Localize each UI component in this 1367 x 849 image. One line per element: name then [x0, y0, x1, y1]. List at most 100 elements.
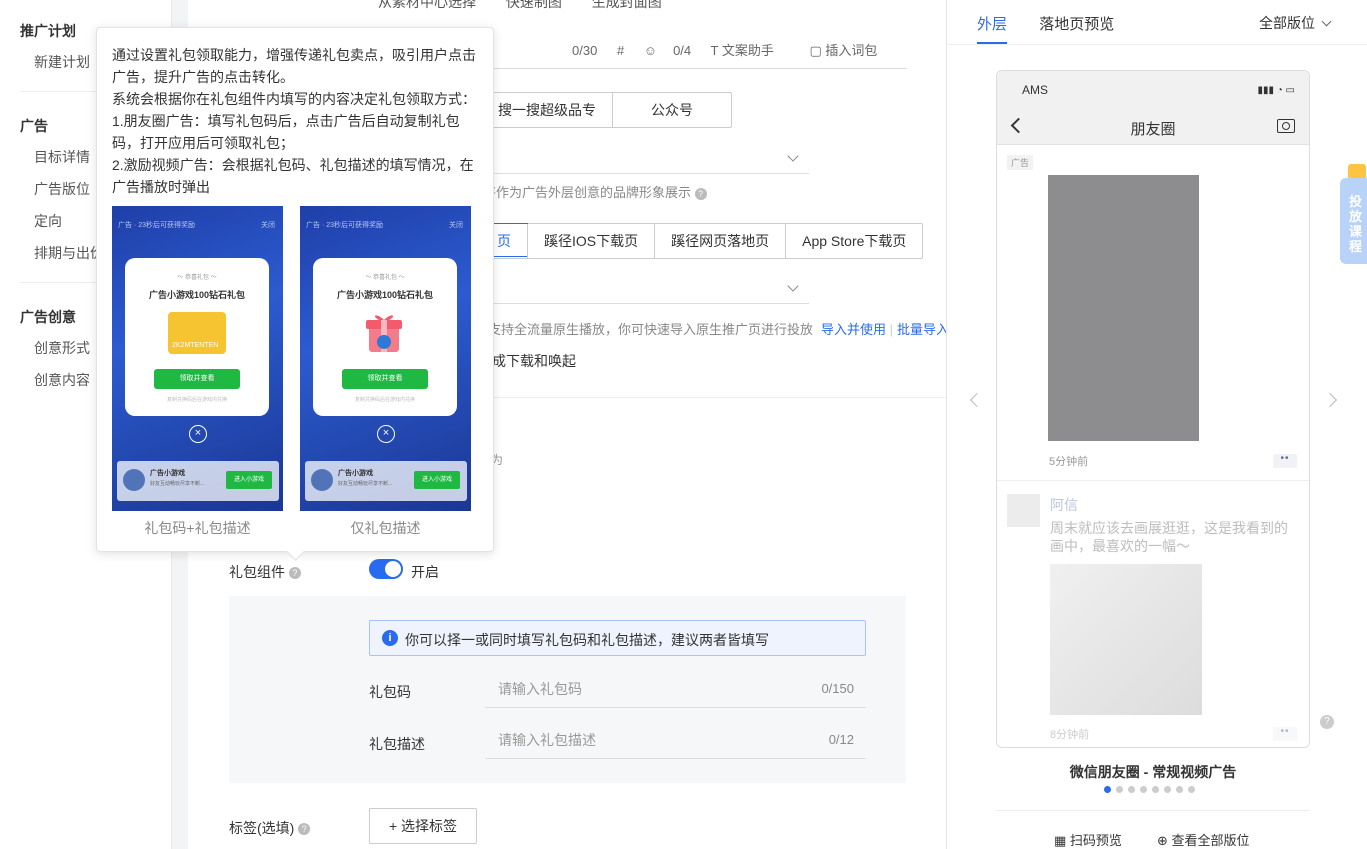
example-image-code-desc: 广告 · 23秒后可获得奖励 关闭 ～ 恭喜礼包 ～ 广告小游戏100钻石礼包 …	[112, 206, 283, 511]
select-tag-button[interactable]: + 选择标签	[369, 808, 477, 844]
emoji-count: 0/4	[673, 43, 692, 58]
more-dots-icon: ••	[1273, 727, 1297, 741]
status-bar: AMS ▮▮▮ ◔ ▭	[997, 71, 1309, 109]
ad-countdown: 广告 · 23秒后可获得奖励	[306, 222, 384, 229]
quick-design-button[interactable]: 快速制图	[506, 0, 562, 10]
nav-group-plan: 推广计划	[20, 23, 76, 39]
generate-cover-button[interactable]: 生成封面图	[592, 0, 662, 10]
app-name: 广告小游戏	[150, 470, 185, 477]
toggle-label: 开启	[411, 564, 439, 580]
info-alert: i 你可以择一或同时填写礼包码和礼包描述，建议两者皆填写	[369, 620, 866, 656]
gift-card-title: 广告小游戏100钻石礼包	[336, 290, 434, 300]
tab-landing-preview[interactable]: 落地页预览	[1039, 16, 1114, 33]
carousel-dot[interactable]	[1188, 786, 1195, 793]
tab-search-brand[interactable]: 搜一搜超级品专	[482, 93, 612, 127]
example-caption-2: 仅礼包描述	[350, 520, 421, 536]
carousel-dot[interactable]	[1104, 786, 1111, 793]
nav-item-new-plan[interactable]: 新建计划	[34, 52, 90, 72]
gift-card-subtitle: ～ 恭喜礼包 ～	[177, 275, 217, 281]
help-icon[interactable]: ?	[298, 823, 311, 836]
carousel-dot[interactable]	[1164, 786, 1171, 793]
tooltip-line: 1.朋友圈广告：填写礼包码后，点击广告后自动复制礼包码，打开应用后可领取礼包；	[112, 113, 460, 151]
gift-desc-label: 礼包描述	[369, 736, 425, 752]
example-image-desc-only: 广告 · 23秒后可获得奖励 关闭 ～ 恭喜礼包 ～ 广告小游戏100钻石礼包 …	[300, 206, 471, 511]
copy-assistant-button[interactable]: T 文案助手	[711, 43, 790, 58]
material-center-button[interactable]: 从素材中心选择	[378, 0, 476, 10]
app-sub: 好友互动畅玩尽享不断...	[150, 481, 205, 487]
feed-divider	[997, 480, 1309, 481]
carousel-dot[interactable]	[1140, 786, 1147, 793]
gift-component-label: 礼包组件 ?	[229, 562, 301, 582]
gift-desc-count: 0/12	[828, 732, 854, 747]
app-avatar	[123, 469, 145, 491]
batch-import-link[interactable]: 批量导入	[897, 322, 949, 337]
view-all-positions-button[interactable]: ⊕ 查看全部版位	[1157, 830, 1250, 849]
landing-type-segment: 搜一搜超级品专 公众号	[481, 92, 732, 128]
carrier: AMS	[1022, 83, 1049, 97]
ad-close: 关闭	[261, 222, 275, 229]
prev-arrow-icon[interactable]	[969, 392, 985, 408]
position-select[interactable]: 全部版位	[1259, 13, 1332, 33]
page-select[interactable]	[480, 274, 809, 304]
chevron-down-icon	[1321, 16, 1332, 27]
nav-item-creative-content[interactable]: 创意内容	[34, 370, 90, 390]
friend-post-text: 周末就应该去画展逛逛，这是我看到的画中，最喜欢的一幅～	[1050, 520, 1288, 554]
gift-code-input[interactable]	[485, 672, 785, 706]
emoji-icon[interactable]: ☺	[644, 43, 657, 58]
tag-label: 标签(选填) ?	[229, 818, 311, 838]
help-icon[interactable]: ?	[694, 187, 707, 200]
carousel-dot[interactable]	[1152, 786, 1159, 793]
carousel-dot[interactable]	[1176, 786, 1183, 793]
nav-item-schedule-bid[interactable]: 排期与出价	[34, 243, 104, 263]
chevron-down-icon	[787, 280, 799, 292]
tooltip-line: 系统会根据你在礼包组件内填写的内容决定礼包领取方式：	[112, 91, 476, 107]
nav-item-targeting[interactable]: 定向	[34, 211, 62, 231]
tab-outer[interactable]: 外层	[977, 16, 1007, 33]
help-icon[interactable]: ?	[288, 567, 301, 580]
nav-item-target-detail[interactable]: 目标详情	[34, 147, 90, 167]
gift-card: ～ 恭喜礼包 ～ 广告小游戏100钻石礼包 2K2MTENTEN 领取并查看 复…	[125, 258, 269, 416]
page-type-segment: 页 蹊径IOS下载页 蹊径网页落地页 App Store下载页	[481, 223, 924, 259]
tab-web-landing[interactable]: 蹊径网页落地页	[654, 224, 785, 258]
camera-icon	[1277, 119, 1295, 133]
gift-desc-input[interactable]	[485, 723, 785, 757]
gift-card: ～ 恭喜礼包 ～ 广告小游戏100钻石礼包 领取并查看 复制兑换码后在游戏内兑换	[313, 258, 457, 416]
tab-official-account[interactable]: 公众号	[612, 93, 731, 127]
app-name: 广告小游戏	[338, 470, 373, 477]
next-arrow-icon[interactable]	[1322, 392, 1338, 408]
close-icon: ×	[377, 425, 395, 443]
preview-tabs: 外层 落地页预览	[977, 13, 1114, 34]
scan-preview-button[interactable]: ▦ 扫码预览	[1054, 830, 1122, 849]
gift-desc-field: 0/12	[485, 723, 866, 759]
text-tools: 0/30 # ☺ 0/4 T 文案助手 ▢ 插入词包	[572, 40, 909, 59]
gift-code-count: 0/150	[821, 681, 854, 696]
gift-code-card: 2K2MTENTEN	[168, 312, 226, 354]
example-caption-1: 礼包码+礼包描述	[144, 520, 251, 536]
help-icon[interactable]: ?	[1320, 715, 1334, 729]
tab-ios-download[interactable]: 蹊径IOS下载页	[527, 224, 654, 258]
nav-item-ad-position[interactable]: 广告版位	[34, 179, 90, 199]
native-hint: 支持全流量原生播放，你可快速导入原生推广页进行投放 导入并使用 | 批量导入	[488, 322, 950, 337]
carousel-dot[interactable]	[1116, 786, 1123, 793]
divider	[996, 810, 1310, 811]
gift-card-title: 广告小游戏100钻石礼包	[148, 290, 246, 300]
tab-appstore-download[interactable]: App Store下载页	[785, 224, 922, 258]
friend-name: 阿信	[1050, 497, 1078, 513]
hash-icon[interactable]: #	[617, 43, 624, 58]
insert-wordpack-button[interactable]: ▢ 插入词包	[810, 43, 894, 58]
import-use-link[interactable]: 导入并使用	[821, 322, 886, 337]
course-float-tab[interactable]: 投放课程	[1340, 178, 1367, 264]
qrcode-icon: ▦	[1054, 833, 1067, 848]
ad-countdown: 广告 · 23秒后可获得奖励	[118, 222, 196, 229]
preview-title: 微信朋友圈 - 常规视频广告	[1069, 764, 1237, 780]
brand-select[interactable]	[480, 144, 809, 174]
carousel-dot[interactable]	[1128, 786, 1135, 793]
enter-game-button: 进入小游戏	[226, 471, 272, 489]
tooltip-line: 2.激励视频广告：会根据礼包码、礼包描述的填写情况，在广告播放时弹出	[112, 157, 474, 195]
battery-icon: ▮▮▮ ◔ ▭	[1257, 85, 1295, 96]
app-avatar	[311, 469, 333, 491]
app-bar: 广告小游戏 好友互动畅玩尽享不断... 进入小游戏	[305, 461, 467, 501]
nav-item-creative-form[interactable]: 创意形式	[34, 338, 90, 358]
ad-close: 关闭	[449, 222, 463, 229]
gift-toggle[interactable]	[369, 559, 403, 579]
